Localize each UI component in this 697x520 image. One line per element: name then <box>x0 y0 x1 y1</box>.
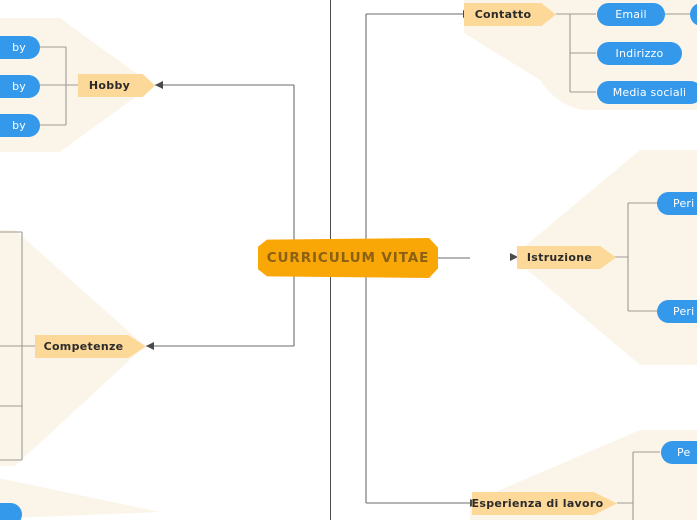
leaf-node-hobby-1-label: by <box>12 41 26 54</box>
branch-node-competenze[interactable]: Competenze <box>35 335 146 358</box>
branch-node-esperienza-di-lavoro-label: Esperienza di lavoro <box>471 497 604 510</box>
leaf-node-esperienza-periodo-1-label: Pe <box>677 446 691 459</box>
branch-node-contatto-label: Contatto <box>474 8 532 21</box>
leaf-node-istruzione-periodo-2-label: Peri <box>673 305 695 318</box>
leaf-node-istruzione-periodo-1[interactable]: Peri <box>657 192 697 215</box>
arrowhead-hobby <box>155 81 163 89</box>
branch-node-istruzione-label: Istruzione <box>526 251 593 264</box>
leaf-node-istruzione-periodo-2[interactable]: Peri <box>657 300 697 323</box>
leaf-node-indirizzo[interactable]: Indirizzo <box>597 42 682 65</box>
leaf-node-hobby-2[interactable]: by <box>0 75 40 98</box>
leaf-node-bottom-left-partial[interactable] <box>0 503 22 520</box>
root-node-label: CURRICULUM VITAE <box>266 250 430 266</box>
arrowhead-competenze <box>146 342 154 350</box>
branch-node-istruzione[interactable]: Istruzione <box>517 246 616 269</box>
leaf-node-esperienza-periodo-1[interactable]: Pe <box>661 441 697 464</box>
leaf-node-email[interactable]: Email <box>597 3 665 26</box>
root-node-curriculum-vitae[interactable]: CURRICULUM VITAE <box>258 238 438 278</box>
leaf-node-istruzione-periodo-1-label: Peri <box>673 197 695 210</box>
branch-node-contatto[interactable]: Contatto <box>464 3 556 26</box>
leaf-node-email-label: Email <box>615 8 647 21</box>
halo-bottom-left <box>0 478 160 519</box>
branch-node-hobby[interactable]: Hobby <box>78 74 155 97</box>
branch-node-competenze-label: Competenze <box>43 340 124 353</box>
leaf-node-hobby-2-label: by <box>12 80 26 93</box>
leaf-node-media-sociali[interactable]: Media sociali <box>597 81 697 104</box>
leaf-node-hobby-3-label: by <box>12 119 26 132</box>
branch-node-hobby-label: Hobby <box>88 79 131 92</box>
leaf-node-hobby-3[interactable]: by <box>0 114 40 137</box>
branch-node-esperienza-di-lavoro[interactable]: Esperienza di lavoro <box>472 492 617 515</box>
leaf-node-media-sociali-label: Media sociali <box>612 86 687 99</box>
leaf-node-hobby-1[interactable]: by <box>0 36 40 59</box>
leaf-node-indirizzo-label: Indirizzo <box>615 47 664 60</box>
mindmap-canvas[interactable]: CURRICULUM VITAE Contatto Email Indirizz… <box>0 0 697 520</box>
